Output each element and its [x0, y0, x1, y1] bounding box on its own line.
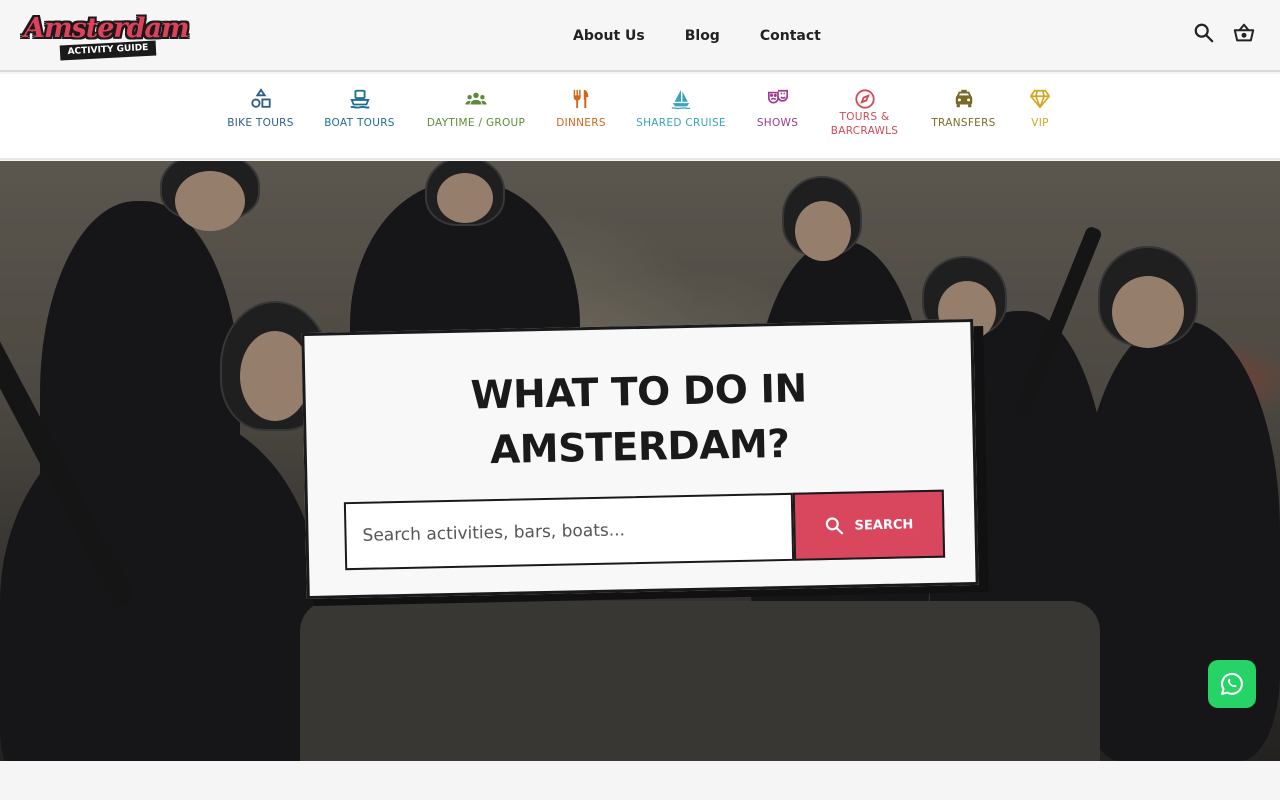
theater-masks-icon [767, 89, 788, 104]
category-label-line2: BARCRAWLS [830, 125, 899, 137]
category-label: TRANSFERS [931, 117, 996, 129]
search-icon [825, 517, 844, 535]
page-content-start [0, 761, 1280, 800]
search-icon[interactable] [1193, 22, 1215, 44]
site-logo[interactable]: Amsterdam ACTIVITY GUIDE [24, 12, 190, 61]
hero-title: WHAT TO DO IN AMSTERDAM? [305, 358, 973, 482]
category-label: BOAT TOURS [324, 117, 395, 129]
category-shared-cruise[interactable]: SHARED CRUISE [636, 88, 726, 130]
site-header: Amsterdam ACTIVITY GUIDE About Us Blog C… [0, 0, 1280, 72]
category-shows[interactable]: SHOWS [757, 88, 798, 130]
category-label: DINNERS [556, 117, 606, 129]
compass-icon [854, 89, 875, 109]
category-daytime-group[interactable]: DAYTIME / GROUP [427, 88, 525, 130]
sailboat-icon [671, 89, 691, 110]
category-transfers[interactable]: TRANSFERS [931, 88, 996, 130]
category-bike-tours[interactable]: BIKE TOURS [227, 88, 294, 130]
nav-about-us[interactable]: About Us [573, 26, 645, 46]
diamond-icon [1030, 89, 1050, 109]
search-button[interactable]: SEARCH [792, 489, 946, 561]
whatsapp-button[interactable] [1208, 660, 1256, 708]
category-boat-tours[interactable]: BOAT TOURS [324, 88, 395, 130]
whatsapp-icon [1220, 672, 1243, 695]
top-nav: About Us Blog Contact [573, 26, 821, 46]
nav-blog[interactable]: Blog [685, 26, 720, 46]
category-label: SHARED CRUISE [636, 117, 726, 129]
basket-icon[interactable] [1233, 22, 1255, 44]
category-label: DAYTIME / GROUP [426, 117, 526, 129]
search-button-label: SEARCH [854, 516, 914, 534]
ferry-icon [349, 89, 370, 109]
category-label: VIP [1031, 117, 1049, 129]
cutlery-icon [573, 89, 589, 109]
category-dinners[interactable]: DINNERS [556, 88, 606, 130]
taxi-icon [955, 89, 972, 108]
search-card: WHAT TO DO IN AMSTERDAM? SEARCH [301, 318, 979, 600]
shapes-icon [250, 88, 271, 108]
group-icon [465, 92, 487, 105]
category-label: TOURS & [839, 111, 890, 123]
category-label: BIKE TOURS [227, 117, 294, 129]
nav-contact[interactable]: Contact [760, 26, 821, 46]
activity-search-input[interactable] [343, 492, 795, 571]
category-bar: BIKE TOURS BOAT TOURS DAYTIME / GROUP DI… [0, 74, 1280, 160]
category-tours-barcrawls[interactable]: TOURS & BARCRAWLS [830, 88, 899, 138]
logo-wordmark: Amsterdam [24, 13, 190, 44]
category-vip[interactable]: VIP [1028, 88, 1052, 130]
category-label: SHOWS [756, 117, 799, 129]
